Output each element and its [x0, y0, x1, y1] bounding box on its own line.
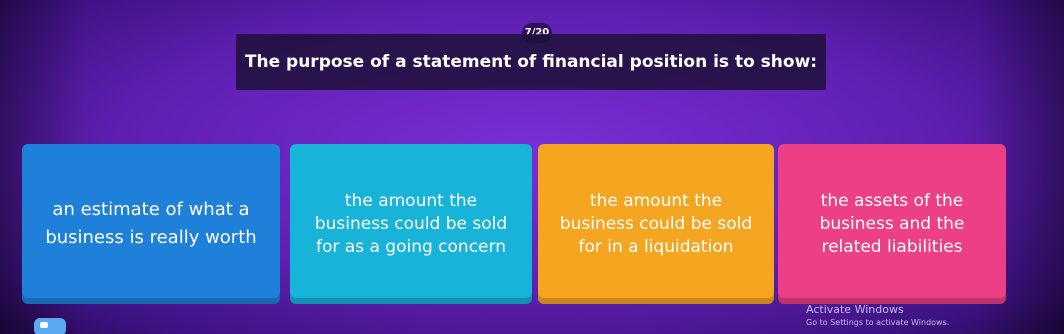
watermark-title: Activate Windows [806, 303, 904, 316]
answer-option-4-label: the assets of the business and the relat… [819, 190, 965, 257]
answer-option-1[interactable]: an estimate of what a business is really… [22, 144, 280, 304]
answer-option-4[interactable]: the assets of the business and the relat… [778, 144, 1006, 304]
answer-option-1-label: an estimate of what a business is really… [45, 199, 257, 248]
game-logo-icon [34, 318, 66, 334]
answer-option-3[interactable]: the amount the business could be sold fo… [538, 144, 774, 304]
question-text: The purpose of a statement of financial … [244, 52, 818, 72]
answer-option-3-label: the amount the business could be sold fo… [559, 190, 753, 257]
question-panel: The purpose of a statement of financial … [236, 34, 826, 90]
answer-option-2[interactable]: the amount the business could be sold fo… [290, 144, 532, 304]
watermark-subtitle: Go to Settings to activate Windows. [806, 318, 950, 327]
activate-windows-watermark: Activate Windows Go to Settings to activ… [806, 302, 949, 329]
answer-option-2-label: the amount the business could be sold fo… [314, 190, 508, 257]
